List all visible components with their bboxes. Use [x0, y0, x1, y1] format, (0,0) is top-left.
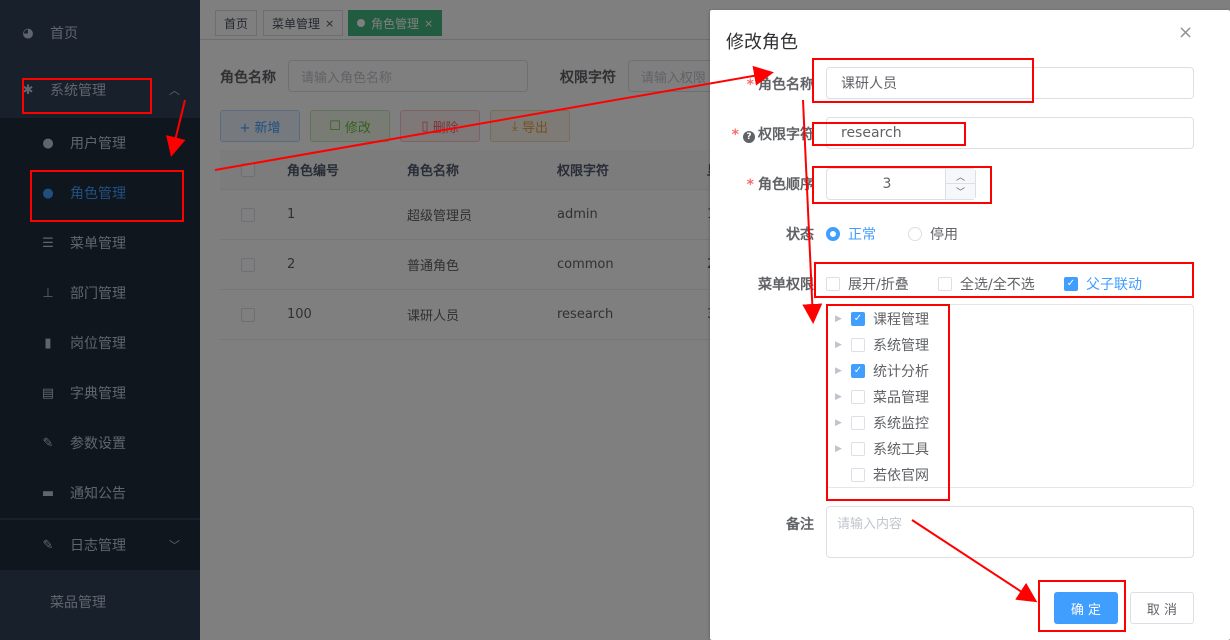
- expand-collapse-checkbox[interactable]: 展开/折叠: [826, 274, 909, 294]
- tree-node[interactable]: ▶ 系统管理: [835, 332, 929, 358]
- cancel-button[interactable]: 取 消: [1130, 592, 1194, 624]
- caret-right-icon[interactable]: ▶: [835, 366, 851, 376]
- edit-role-dialog: 修改角色 × * 角色名称 课研人员 *? 权限字符 research * 角色顺序 …: [710, 10, 1230, 640]
- tree-node[interactable]: ▶ 系统监控: [835, 410, 929, 436]
- caret-right-icon[interactable]: ▶: [835, 392, 851, 402]
- required-mark: *: [746, 77, 754, 93]
- dialog-title: 修改角色: [726, 32, 798, 53]
- role-sort-stepper[interactable]: 3 ︿ ﹀: [826, 168, 976, 200]
- tree-node[interactable]: ▶ 系统工具: [835, 436, 929, 462]
- remark-label: 备注: [786, 517, 814, 533]
- remark-textarea[interactable]: 请输入内容: [826, 506, 1194, 558]
- required-mark: *: [731, 127, 739, 143]
- caret-right-icon[interactable]: ▶: [835, 314, 851, 324]
- tree-node[interactable]: ▶ ✓ 统计分析: [835, 358, 929, 384]
- chevron-up-icon[interactable]: ︿: [945, 169, 975, 184]
- tree-node[interactable]: ▶ 菜品管理: [835, 384, 929, 410]
- role-name-label: * 角色名称: [746, 77, 814, 93]
- status-normal-radio[interactable]: 正常: [826, 224, 876, 244]
- question-icon[interactable]: ?: [743, 131, 755, 143]
- role-key-field[interactable]: research: [826, 117, 1194, 149]
- menu-perm-label: 菜单权限: [758, 277, 814, 293]
- role-name-field[interactable]: 课研人员: [826, 67, 1194, 99]
- caret-right-icon[interactable]: ▶: [835, 340, 851, 350]
- check-icon: ✓: [1064, 277, 1078, 291]
- tree-node[interactable]: ▶ ✓ 课程管理: [835, 306, 929, 332]
- chevron-down-icon[interactable]: ﹀: [945, 184, 975, 199]
- confirm-button[interactable]: 确 定: [1054, 592, 1118, 624]
- caret-right-icon[interactable]: ▶: [835, 444, 851, 454]
- caret-right-icon[interactable]: ▶: [835, 418, 851, 428]
- select-all-checkbox[interactable]: 全选/全不选: [938, 274, 1035, 294]
- role-sort-label: * 角色顺序: [746, 177, 814, 193]
- role-sort-value[interactable]: 3: [827, 169, 947, 199]
- check-icon[interactable]: ✓: [851, 312, 865, 326]
- close-icon[interactable]: ×: [1178, 22, 1193, 43]
- required-mark: *: [746, 177, 754, 193]
- check-icon[interactable]: ✓: [851, 364, 865, 378]
- role-key-label: *? 权限字符: [731, 127, 814, 143]
- parent-child-link-checkbox[interactable]: ✓ 父子联动: [1064, 274, 1142, 294]
- menu-tree: ▶ ✓ 课程管理 ▶ 系统管理 ▶ ✓ 统计分析 ▶ 菜品管理 ▶ 系统监控 ▶ 系统工具 若依…: [826, 304, 1194, 488]
- tree-node[interactable]: 若依官网: [835, 462, 929, 488]
- status-label: 状态: [786, 227, 814, 243]
- status-disabled-radio[interactable]: 停用: [908, 224, 958, 244]
